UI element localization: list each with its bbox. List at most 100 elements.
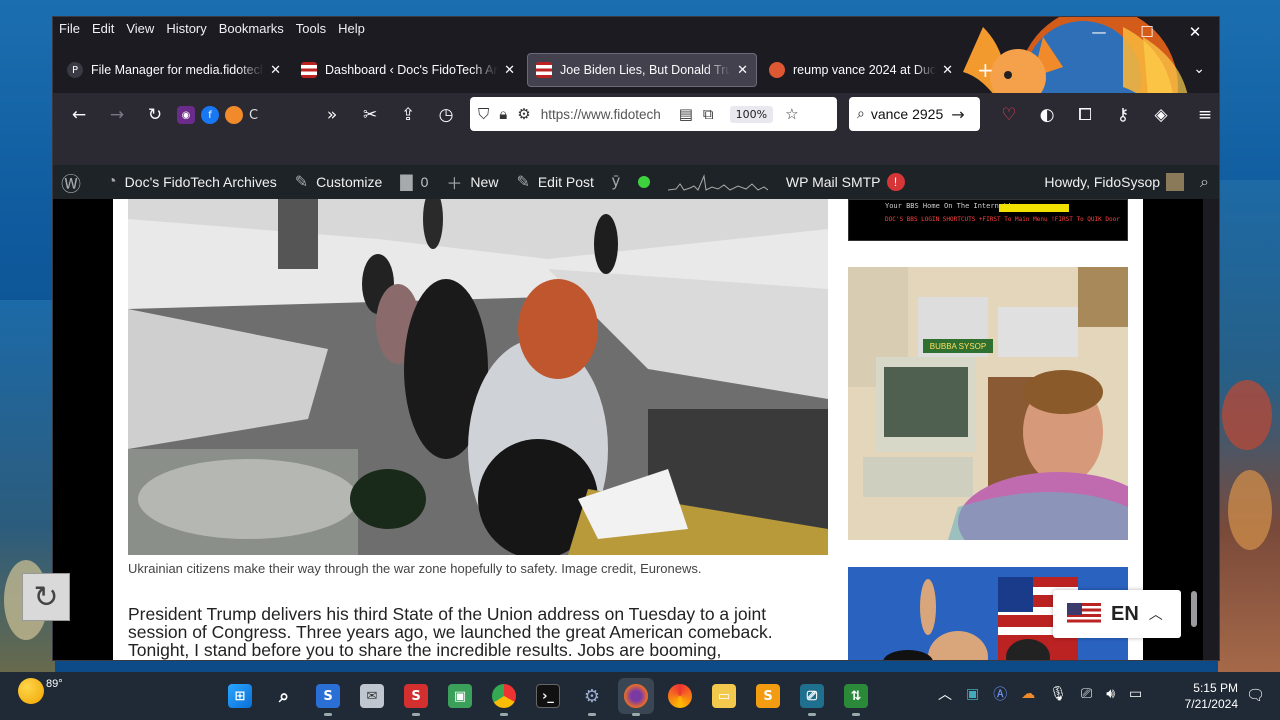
back-icon[interactable]: ← xyxy=(63,99,95,131)
wp-edit-post[interactable]: ✎ Edit Post xyxy=(516,172,593,192)
account-avatar-icon[interactable]: ◐ xyxy=(1031,99,1063,131)
tray-a-icon[interactable]: Ⓐ xyxy=(993,684,1007,704)
language-switcher[interactable]: EN ︿ xyxy=(1053,590,1181,638)
menu-file[interactable]: File xyxy=(59,21,80,36)
yoast-icon[interactable]: ȳ xyxy=(612,173,628,191)
new-tab-button[interactable]: + xyxy=(977,58,994,82)
wp-customize[interactable]: ✎ Customize xyxy=(295,172,383,192)
podcast-bookmark-icon[interactable]: ◉ xyxy=(177,106,195,124)
menu-bookmarks[interactable]: Bookmarks xyxy=(219,21,284,36)
us-flag-icon xyxy=(301,62,317,78)
back-to-top-icon[interactable]: ↻ xyxy=(22,573,70,621)
url-bar[interactable]: ⛉ 🔒︎ ⚙ https://www.fidotech ▤ ⧉ 100% ☆ xyxy=(470,97,837,131)
network-icon[interactable]: ⎚ xyxy=(1081,686,1092,702)
scrollbar-thumb[interactable] xyxy=(1191,591,1197,627)
notifications-icon[interactable]: 🗨︎ xyxy=(1246,686,1265,704)
tab-article[interactable]: Joe Biden Lies, But Donald Trump ✕ xyxy=(527,53,757,87)
start-button[interactable]: ⊞ xyxy=(222,678,258,714)
pocket-icon[interactable]: ♡ xyxy=(993,99,1025,131)
close-tab-icon[interactable]: ✕ xyxy=(942,63,953,78)
bookmark-star-icon[interactable]: ☆ xyxy=(785,105,798,123)
bookmark-c-icon[interactable] xyxy=(225,106,243,124)
wp-site-name[interactable]: ◔ Doc's FidoTech Archives xyxy=(107,173,277,191)
permissions-icon[interactable]: ⚙ xyxy=(517,105,530,123)
weather-widget[interactable]: 89° xyxy=(18,678,63,704)
tab-label: File Manager for media.fidotech.c xyxy=(91,63,265,77)
zoom-level[interactable]: 100% xyxy=(729,105,774,123)
mail-icon[interactable]: ✉ xyxy=(354,678,390,714)
close-tab-icon[interactable]: ✕ xyxy=(737,63,748,78)
save-to-pocket-icon[interactable]: ⇪ xyxy=(392,99,424,131)
file-explorer-icon[interactable]: ▭ xyxy=(706,678,742,714)
sidebar-sysop-photo[interactable]: BUBBA SYSOP xyxy=(848,267,1128,540)
facebook-bookmark-icon[interactable]: f xyxy=(201,106,219,124)
battery-icon[interactable]: ▭ xyxy=(1129,686,1142,702)
firefox-icon[interactable] xyxy=(618,678,654,716)
tray-app-icon[interactable]: ▣ xyxy=(966,686,979,702)
tab-dashboard[interactable]: Dashboard ‹ Doc's FidoTech Archi ✕ xyxy=(293,53,523,87)
forward-icon[interactable]: → xyxy=(101,99,133,131)
menu-view[interactable]: View xyxy=(126,21,154,36)
close-tab-icon[interactable]: ✕ xyxy=(504,63,515,78)
extensions-puzzle-icon[interactable]: ⧠ xyxy=(1069,99,1101,131)
app-red-s-icon[interactable]: S xyxy=(398,678,434,716)
taskbar-clock[interactable]: 5:15 PM 7/21/2024 xyxy=(1180,680,1238,712)
wp-search-icon[interactable]: ⌕ xyxy=(1200,172,1209,192)
reader-view-icon[interactable]: ▤ xyxy=(679,105,693,123)
language-code: EN xyxy=(1111,602,1139,625)
app-arrows-icon[interactable]: ⇅ xyxy=(838,678,874,716)
hamburger-menu-icon[interactable]: ≡ xyxy=(1189,99,1219,131)
bookmark-c-label[interactable]: C xyxy=(249,108,258,123)
overflow-chevron-icon[interactable]: » xyxy=(316,99,348,131)
remote-desktop-icon[interactable]: ⎚ xyxy=(794,678,830,716)
seo-status-dot[interactable] xyxy=(637,176,650,188)
close-tab-icon[interactable]: ✕ xyxy=(270,63,281,78)
picture-in-picture-icon[interactable]: ⧉ xyxy=(703,105,714,123)
app-s-icon[interactable]: S xyxy=(310,678,346,716)
search-input[interactable]: vance 2925 xyxy=(871,106,943,122)
tab-duckduckgo[interactable]: reump vance 2024 at DuckDuc ✕ xyxy=(761,53,961,87)
customize-label: Customize xyxy=(316,174,383,190)
menu-history[interactable]: History xyxy=(166,21,206,36)
terminal-icon[interactable]: ›_ xyxy=(530,678,566,714)
reload-icon[interactable]: ↻ xyxy=(139,99,171,131)
close-window-button[interactable]: ✕ xyxy=(1171,17,1219,47)
tab-file-manager[interactable]: P File Manager for media.fidotech.c ✕ xyxy=(59,53,289,87)
url-text[interactable]: https://www.fidotech xyxy=(541,107,669,122)
microphone-icon[interactable]: 🎙︎ xyxy=(1049,686,1067,702)
extension-icon[interactable]: ◈ xyxy=(1145,99,1177,131)
howdy-user[interactable]: Howdy, FidoSysop xyxy=(1044,174,1160,190)
onedrive-icon[interactable]: ☁ xyxy=(1021,686,1035,702)
user-avatar[interactable] xyxy=(1166,173,1185,191)
history-icon[interactable]: ◷ xyxy=(430,99,462,131)
wp-mail-smtp[interactable]: WP Mail SMTP! xyxy=(786,173,905,191)
screenshot-icon[interactable]: ✂ xyxy=(354,99,386,131)
settings-icon[interactable]: ⚙ xyxy=(574,678,610,716)
wordpress-logo-icon[interactable]: Ⓦ xyxy=(61,168,89,197)
wp-comments[interactable]: ▇ 0 xyxy=(400,172,428,192)
tray-overflow-icon[interactable]: ︿ xyxy=(938,684,952,704)
edit-post-label: Edit Post xyxy=(537,174,594,190)
app-green-icon[interactable]: ▣ xyxy=(442,678,478,714)
sidebar-bbs-banner[interactable]: Your BBS Home On The Internet! DOC'S BBS… xyxy=(848,199,1128,241)
lock-icon[interactable]: 🔒︎ xyxy=(499,105,507,123)
menu-help[interactable]: Help xyxy=(338,21,365,36)
sublime-icon[interactable]: S xyxy=(750,678,786,714)
chrome-icon[interactable] xyxy=(486,678,522,716)
menu-tools[interactable]: Tools xyxy=(296,21,326,36)
search-bar[interactable]: ⌕ vance 2925 → xyxy=(849,97,980,131)
minimize-button[interactable]: — xyxy=(1075,17,1123,47)
shield-icon[interactable]: ⛉ xyxy=(478,105,489,123)
wp-new[interactable]: ＋ New xyxy=(446,170,498,194)
toolbar-spacer xyxy=(53,137,1219,165)
search-icon[interactable]: ⌕ xyxy=(266,678,302,714)
search-go-icon[interactable]: → xyxy=(951,105,964,124)
list-all-tabs-icon[interactable]: ⌄ xyxy=(1193,61,1205,77)
article-body: President Trump delivers his third State… xyxy=(128,604,773,660)
smtp-label: WP Mail SMTP xyxy=(785,174,881,190)
menu-edit[interactable]: Edit xyxy=(92,21,114,36)
volume-icon[interactable]: 🔊︎ xyxy=(1106,686,1115,702)
app-swirl-icon[interactable] xyxy=(662,678,698,714)
maximize-button[interactable]: ☐ xyxy=(1123,17,1171,47)
key-icon[interactable]: ⚷ xyxy=(1107,99,1139,131)
